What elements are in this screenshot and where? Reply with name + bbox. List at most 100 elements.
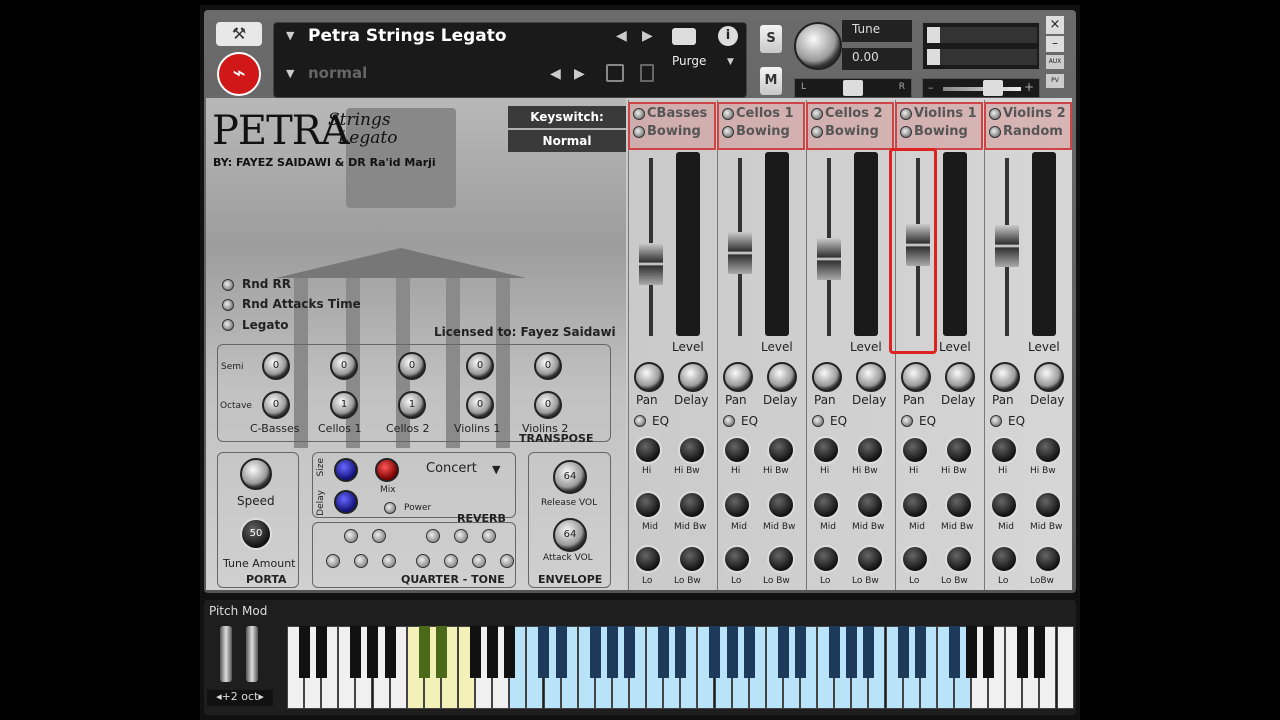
save-icon[interactable] — [606, 64, 624, 82]
black-key[interactable] — [658, 626, 670, 678]
midbw-eq-knob[interactable] — [856, 491, 884, 519]
black-key[interactable] — [983, 626, 994, 678]
quartertone-note-button[interactable] — [326, 554, 340, 568]
delay-knob[interactable] — [945, 362, 975, 392]
quartertone-note-button[interactable] — [354, 554, 368, 568]
pan-knob[interactable] — [990, 362, 1020, 392]
fader-handle[interactable] — [728, 232, 752, 274]
quartertone-note-button[interactable] — [416, 554, 430, 568]
octave-knob[interactable]: 0 — [534, 391, 562, 419]
reverb-size-knob[interactable] — [334, 458, 358, 482]
mute-button[interactable]: M — [760, 67, 782, 95]
articulation-radio[interactable] — [633, 126, 645, 138]
speed-knob[interactable] — [240, 458, 272, 490]
mid-eq-knob[interactable] — [812, 491, 840, 519]
aux-button[interactable]: AUX — [1046, 55, 1064, 69]
lo-eq-knob[interactable] — [723, 545, 751, 573]
snapshot-name[interactable]: normal — [308, 64, 367, 82]
black-key[interactable] — [948, 626, 960, 678]
black-key[interactable] — [623, 626, 635, 678]
quartertone-note-button[interactable] — [454, 529, 468, 543]
midbw-eq-knob[interactable] — [767, 491, 795, 519]
prev-snapshot-icon[interactable]: ◀ — [550, 66, 561, 82]
black-key[interactable] — [435, 626, 447, 678]
keyswitch-value[interactable]: Normal — [508, 130, 626, 152]
pan-knob[interactable] — [634, 362, 664, 392]
delay-knob[interactable] — [678, 362, 708, 392]
semi-knob[interactable]: 0 — [262, 352, 290, 380]
articulation-radio[interactable] — [900, 126, 912, 138]
hibw-eq-knob[interactable] — [945, 436, 973, 464]
black-key[interactable] — [675, 626, 687, 678]
black-key[interactable] — [1034, 626, 1046, 678]
eq-power-button[interactable] — [812, 415, 824, 427]
black-key[interactable] — [965, 626, 977, 678]
quartertone-note-button[interactable] — [472, 554, 486, 568]
minimize-icon[interactable]: – — [1046, 36, 1064, 52]
articulation-radio[interactable] — [989, 126, 1001, 138]
octave-knob[interactable]: 1 — [398, 391, 426, 419]
octave-knob[interactable]: 1 — [330, 391, 358, 419]
tune-value[interactable]: 0.00 — [842, 48, 912, 70]
reverb-preset-dropdown-icon[interactable]: ▼ — [492, 463, 500, 476]
tune-knob[interactable] — [794, 22, 842, 70]
semi-knob[interactable]: 0 — [534, 352, 562, 380]
attack-vol-knob[interactable]: 64 — [553, 518, 587, 552]
pv-button[interactable]: PV — [1046, 74, 1064, 88]
octave-knob[interactable]: 0 — [466, 391, 494, 419]
snapshot-dropdown-icon[interactable]: ▼ — [286, 67, 294, 80]
hi-eq-knob[interactable] — [723, 436, 751, 464]
eq-power-button[interactable] — [634, 415, 646, 427]
midbw-eq-knob[interactable] — [1034, 491, 1062, 519]
black-key[interactable] — [914, 626, 926, 678]
fader-handle[interactable] — [817, 238, 841, 280]
semi-knob[interactable]: 0 — [330, 352, 358, 380]
tune-amount-knob[interactable]: 50 — [240, 518, 272, 550]
quartertone-note-button[interactable] — [482, 529, 496, 543]
fader-handle[interactable] — [995, 225, 1019, 267]
octave-knob[interactable]: 0 — [262, 391, 290, 419]
hi-eq-knob[interactable] — [634, 436, 662, 464]
black-key[interactable] — [350, 626, 362, 678]
mid-eq-knob[interactable] — [901, 491, 929, 519]
black-key[interactable] — [487, 626, 499, 678]
pan-knob[interactable] — [723, 362, 753, 392]
channel-radio[interactable] — [811, 108, 823, 120]
lo-eq-knob[interactable] — [634, 545, 662, 573]
black-key[interactable] — [726, 626, 738, 678]
black-key[interactable] — [1017, 626, 1029, 678]
lo-eq-knob[interactable] — [990, 545, 1018, 573]
mid-eq-knob[interactable] — [723, 491, 751, 519]
hi-eq-knob[interactable] — [812, 436, 840, 464]
lo-eq-knob[interactable] — [812, 545, 840, 573]
semi-knob[interactable]: 0 — [398, 352, 426, 380]
pan-slider[interactable]: L R — [794, 78, 912, 98]
eq-power-button[interactable] — [901, 415, 913, 427]
semi-knob[interactable]: 0 — [466, 352, 494, 380]
delay-knob[interactable] — [767, 362, 797, 392]
quartertone-note-button[interactable] — [344, 529, 358, 543]
lobw-eq-knob[interactable] — [856, 545, 884, 573]
hibw-eq-knob[interactable] — [678, 436, 706, 464]
dropdown-arrow-icon[interactable]: ▼ — [286, 29, 294, 42]
pan-handle[interactable] — [843, 80, 863, 96]
mod-wheel[interactable] — [246, 626, 258, 682]
pan-knob[interactable] — [812, 362, 842, 392]
black-key[interactable] — [743, 626, 755, 678]
reverb-delay-knob[interactable] — [334, 490, 358, 514]
reverb-preset[interactable]: Concert — [426, 461, 477, 476]
hi-eq-knob[interactable] — [990, 436, 1018, 464]
reverb-power-button[interactable] — [384, 502, 396, 514]
wrench-icon[interactable]: ⚒ — [216, 22, 262, 46]
mid-eq-knob[interactable] — [990, 491, 1018, 519]
eq-power-button[interactable] — [723, 415, 735, 427]
black-key[interactable] — [538, 626, 550, 678]
channel-radio[interactable] — [722, 108, 734, 120]
black-key[interactable] — [709, 626, 721, 678]
delay-knob[interactable] — [1034, 362, 1064, 392]
purge-button[interactable]: Purge — [672, 54, 706, 68]
info-icon[interactable]: i — [718, 26, 738, 46]
quartertone-note-button[interactable] — [444, 554, 458, 568]
midbw-eq-knob[interactable] — [945, 491, 973, 519]
white-key[interactable] — [1056, 626, 1074, 709]
